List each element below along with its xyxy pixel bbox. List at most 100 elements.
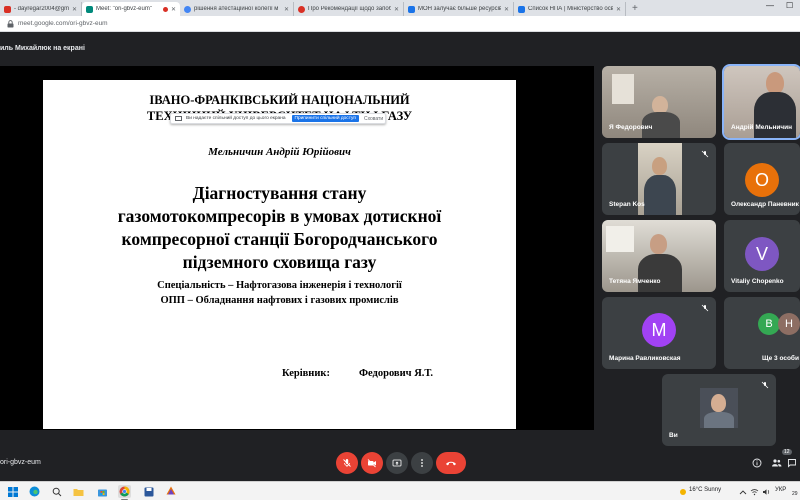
person-body (638, 254, 682, 292)
tab-label: Список НПА | Міністерство осв (528, 6, 613, 12)
browser-tab[interactable]: Про Рекомендації щодо запоб ✕ (294, 2, 404, 16)
tab-label: МОН залучає більше ресурсів (418, 6, 501, 12)
store-icon[interactable] (96, 485, 109, 498)
windows-start-icon[interactable] (6, 485, 19, 498)
participant-name: Марина Равликовская (609, 355, 681, 362)
language-indicator[interactable]: УКР (775, 487, 786, 493)
tab-label: Про Рекомендації щодо запоб (308, 6, 391, 12)
clock[interactable]: 29 (792, 491, 798, 497)
lock-icon[interactable] (6, 19, 14, 28)
slide-supervisor-name: Федорович Я.Т. (359, 368, 433, 379)
save-icon[interactable] (142, 485, 155, 498)
participant-tile[interactable]: Тетяна Ямченко (602, 220, 716, 292)
edge-icon[interactable] (28, 485, 41, 498)
slide-title-line: газомотокомпресорів в умовах дотискної (117, 206, 442, 226)
close-icon[interactable]: ✕ (394, 6, 399, 13)
more-participants-tile[interactable]: В Н Ще 3 особи (724, 297, 800, 369)
slide-title-line: компресорної станції Богородчанського (121, 229, 438, 249)
chat-icon (788, 459, 796, 468)
participant-name: Андрій Мельничин (731, 124, 793, 131)
participant-count-badge: 12 (782, 449, 792, 455)
close-icon[interactable]: ✕ (616, 6, 621, 13)
camera-off-icon (367, 459, 376, 468)
person-body (644, 175, 676, 215)
search-icon[interactable] (50, 485, 63, 498)
stop-sharing-button[interactable]: Припинити спільний доступ (291, 115, 359, 122)
mic-off-icon (701, 304, 709, 312)
site-icon (408, 5, 415, 13)
chat-button[interactable] (786, 457, 798, 469)
participant-tile[interactable]: Stepan Kos (602, 143, 716, 215)
participant-avatar: В (758, 313, 780, 335)
share-banner-text: Ви надаєте спільний доступ до цього екра… (186, 116, 286, 121)
people-button[interactable] (770, 457, 782, 469)
slide-institution-line1: ІВАНО-ФРАНКІВСЬКИЙ НАЦІОНАЛЬНИЙ (149, 93, 410, 107)
recording-dot-icon (162, 6, 168, 12)
people-icon (771, 459, 782, 467)
presenter-label: иль Михайлюк на екрані (0, 45, 85, 52)
weather-text[interactable]: 16°C Sunny (689, 487, 721, 493)
participant-avatar: О (745, 163, 779, 197)
browser-tab[interactable]: МОН залучає більше ресурсів ✕ (404, 2, 514, 16)
meet-icon (86, 5, 93, 13)
mic-off-icon (761, 381, 769, 389)
self-view-tile[interactable]: Ви (662, 374, 776, 446)
participant-name: Stepan Kos (609, 201, 645, 208)
more-options-button[interactable] (411, 452, 433, 474)
participant-avatar: Н (778, 313, 800, 335)
site-icon (298, 5, 305, 13)
browser-tab[interactable]: - dayregar2004@gmai ✕ (0, 2, 82, 16)
person-head (766, 72, 784, 94)
participant-tile[interactable]: М Марина Равликовская (602, 297, 716, 369)
url-text[interactable]: meet.google.com/ori-gbvz-eum (18, 20, 108, 27)
hide-banner-button[interactable]: Сховати (364, 116, 383, 122)
slide-supervisor-label: Керівник: (282, 368, 330, 379)
app-icon[interactable] (164, 485, 177, 498)
participant-tile[interactable]: V Vitaliy Chopenko (724, 220, 800, 292)
site-icon (518, 5, 525, 13)
close-icon[interactable]: ✕ (72, 6, 77, 13)
file-explorer-icon[interactable] (72, 485, 85, 498)
browser-tab-strip: - dayregar2004@gmai ✕ Meet: "ori-gbvz-eu… (0, 0, 800, 16)
address-bar[interactable]: meet.google.com/ori-gbvz-eum (0, 16, 800, 32)
weather-icon (676, 485, 689, 498)
close-icon[interactable]: ✕ (284, 6, 289, 13)
maximize-button[interactable]: ☐ (786, 1, 793, 10)
new-tab-button[interactable]: + (626, 2, 644, 16)
tab-label: Meet: "ori-gbvz-eum" (96, 6, 152, 12)
mic-toggle-button[interactable] (336, 452, 358, 474)
window-shape (612, 74, 634, 104)
slide-title-line: підземного сховища газу (182, 252, 377, 272)
minimize-button[interactable]: — (766, 1, 774, 10)
mic-off-icon (701, 150, 709, 158)
person-head (652, 157, 667, 175)
more-vert-icon (421, 459, 423, 467)
meeting-code: ori-gbvz-eum (0, 459, 41, 466)
participant-tile-active[interactable]: Андрій Мельничин (722, 64, 800, 140)
chrome-icon[interactable] (118, 485, 131, 500)
participant-avatar: V (745, 237, 779, 271)
meeting-details-button[interactable] (751, 457, 763, 469)
leave-call-button[interactable] (436, 452, 466, 474)
person-head (711, 394, 726, 412)
hang-up-icon (446, 461, 456, 466)
window-shape (606, 226, 634, 252)
participant-name: Ви (669, 432, 678, 439)
info-icon (752, 458, 762, 468)
close-icon[interactable]: ✕ (504, 6, 509, 13)
slide-specialty: Спеціальність – Нафтогазова інженерія і … (157, 280, 402, 291)
participant-tile[interactable]: Я Федорович (602, 66, 716, 138)
browser-tab-active[interactable]: Meet: "ori-gbvz-eum" ✕ (82, 2, 180, 16)
more-participants-label: Ще 3 особи (762, 355, 799, 362)
slide-title: Діагностування стану газомотокомпресорів… (43, 182, 516, 274)
person-body (754, 92, 796, 138)
close-icon[interactable]: ✕ (171, 6, 176, 13)
present-screen-button[interactable] (386, 452, 408, 474)
gmail-icon (4, 5, 11, 13)
volume-icon[interactable] (760, 485, 773, 498)
camera-toggle-button[interactable] (361, 452, 383, 474)
screen-share-icon (175, 116, 182, 121)
participant-tile[interactable]: О Олександр Паневник (724, 143, 800, 215)
browser-tab[interactable]: рішення атестаційної колегії м ✕ (180, 2, 294, 16)
browser-tab[interactable]: Список НПА | Міністерство осв ✕ (514, 2, 626, 16)
